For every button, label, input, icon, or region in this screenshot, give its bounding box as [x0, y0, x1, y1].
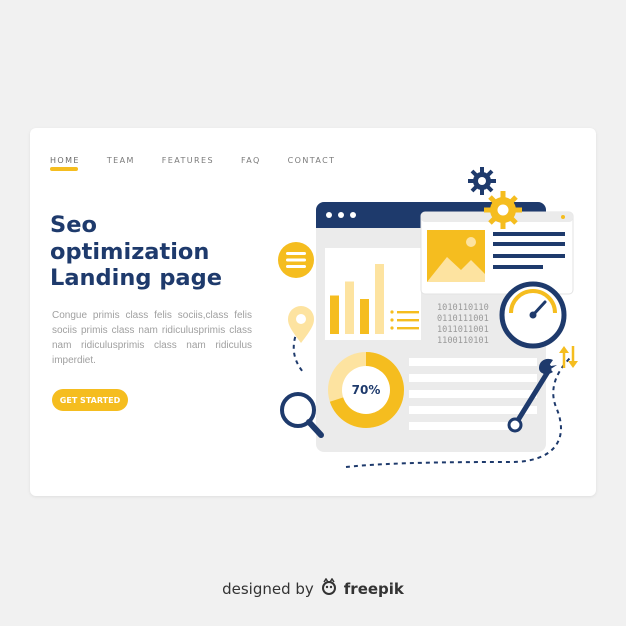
image-icon [427, 230, 485, 282]
title-line-1: Seo [50, 212, 97, 238]
image-card [420, 211, 574, 295]
speedometer-icon [499, 281, 567, 349]
magnifier-icon [280, 392, 324, 438]
seo-illustration: 1010110110 0110111001 1011011001 1100110… [278, 167, 578, 468]
window-dot-2 [338, 212, 344, 218]
landing-card: HOME TEAM FEATURES FAQ CONTACT Seo optim… [30, 128, 596, 496]
nav-team-label: TEAM [106, 156, 135, 165]
nav-team[interactable]: TEAM [107, 156, 135, 165]
location-pin-icon [288, 306, 314, 343]
bar-1 [330, 295, 339, 334]
title-line-3: Landing page [50, 265, 222, 291]
window-dot-3 [350, 212, 356, 218]
freepik-brand-text: freepik [343, 580, 404, 598]
binary-line-1: 1010110110 [437, 303, 489, 313]
bar-4 [375, 264, 384, 334]
donut-percent-label: 70% [352, 383, 381, 397]
nav-features-label: FEATURES [161, 156, 214, 165]
binary-line-3: 1011011001 [437, 325, 489, 335]
hero-description: Congue primis class felis sociis,class f… [52, 310, 252, 366]
donut-chart: 70% [328, 352, 404, 428]
designed-by-text: designed by [222, 580, 314, 598]
sort-arrows-icon [559, 346, 578, 368]
nav-features[interactable]: FEATURES [162, 156, 214, 165]
gear-icon-small [468, 167, 496, 195]
nav-faq-label: FAQ [240, 156, 261, 165]
title-line-2: optimization [50, 238, 210, 265]
footer: designed by freepik [0, 577, 626, 600]
page-title: Seo optimization Landing page [50, 212, 290, 292]
nav-home-label: HOME [50, 156, 80, 165]
freepik-logo-icon [320, 577, 338, 600]
window-dot-1 [326, 212, 332, 218]
binary-line-4: 1100110101 [437, 336, 489, 346]
bar-chart-panel [325, 248, 421, 340]
nav-active-underline [50, 167, 78, 171]
nav-faq[interactable]: FAQ [241, 156, 261, 165]
nav-home[interactable]: HOME [50, 156, 80, 171]
binary-block: 1010110110 0110111001 1011011001 1100110… [437, 303, 489, 346]
bar-3 [360, 299, 369, 334]
binary-line-2: 0110111001 [437, 314, 489, 324]
menu-icon [278, 242, 314, 278]
bar-2 [345, 281, 354, 334]
get-started-button[interactable]: GET STARTED [52, 389, 128, 411]
